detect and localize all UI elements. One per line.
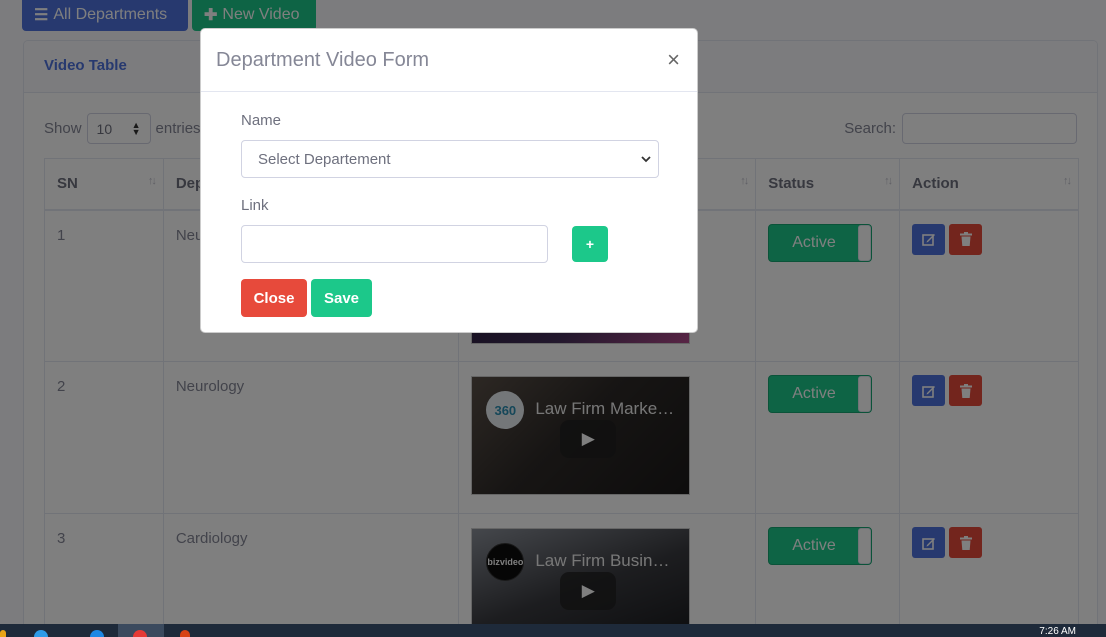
- link-label: Link: [241, 197, 269, 214]
- modal-title: Department Video Form: [216, 48, 430, 71]
- close-icon[interactable]: ×: [667, 47, 680, 73]
- chevron-down-icon: [641, 156, 651, 163]
- link-row: +: [241, 225, 657, 263]
- chrome-icon[interactable]: [133, 630, 147, 637]
- link-input[interactable]: [241, 225, 548, 263]
- modal-header: Department Video Form ×: [201, 29, 697, 92]
- save-button[interactable]: Save: [311, 279, 372, 317]
- department-select-value: Select Departement: [258, 150, 391, 168]
- name-label: Name: [241, 112, 282, 129]
- app-icon[interactable]: [180, 630, 190, 637]
- add-link-button[interactable]: +: [572, 226, 608, 262]
- department-select[interactable]: Select Departement: [241, 140, 659, 178]
- app-icon[interactable]: [0, 630, 6, 637]
- department-video-modal: Department Video Form × Name Select Depa…: [200, 28, 698, 333]
- app-icon[interactable]: [34, 630, 48, 637]
- os-taskbar: 7:26 AM: [0, 624, 1106, 637]
- modal-body: Name Select Departement Link + Close Sav…: [201, 92, 697, 337]
- app-icon[interactable]: [90, 630, 104, 637]
- modal-footer: Close Save: [241, 279, 657, 317]
- close-button[interactable]: Close: [241, 279, 307, 317]
- clock: 7:26 AM: [1039, 626, 1076, 637]
